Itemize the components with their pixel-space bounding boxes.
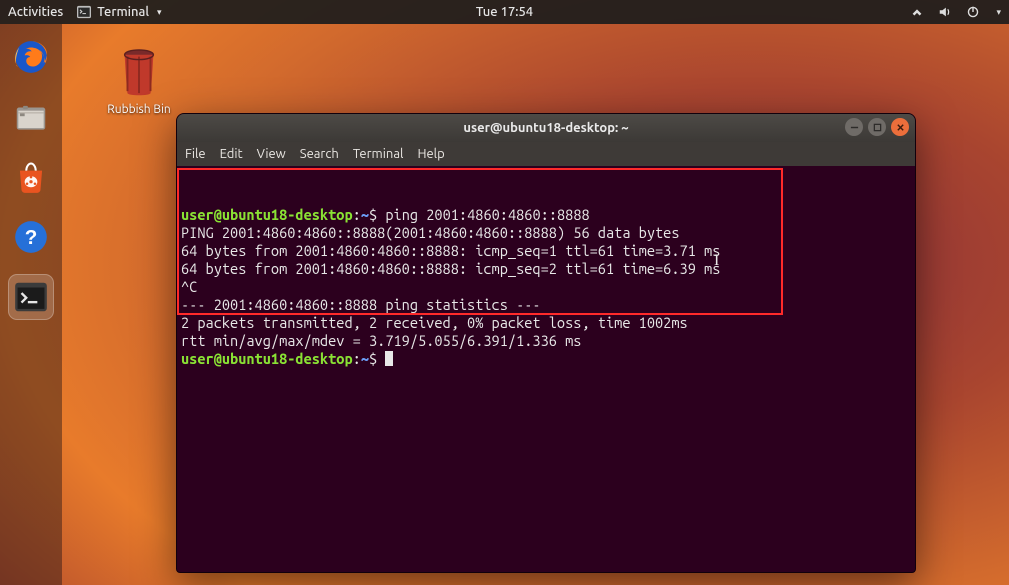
close-button[interactable] [891,118,909,136]
desktop-icon-label: Rubbish Bin [94,103,184,116]
volume-icon[interactable] [938,5,952,19]
prompt-user: user@ubuntu18-desktop [181,350,353,367]
terminal-window: user@ubuntu18-desktop: ~ File Edit View … [176,113,916,573]
chevron-down-icon: ▾ [996,7,1001,18]
status-area[interactable]: ▾ [910,5,1001,19]
dock-item-files[interactable] [8,94,54,140]
power-icon[interactable] [966,5,980,19]
menu-edit[interactable]: Edit [220,147,243,161]
minimize-button[interactable] [845,118,863,136]
app-menu-label: Terminal [97,5,149,19]
desktop-icon-trash[interactable]: Rubbish Bin [94,45,184,116]
trash-icon [116,45,162,99]
top-panel: Activities Terminal ▾ Tue 17:54 ▾ [0,0,1009,24]
firefox-icon [12,38,50,76]
command-text: ping 2001:4860:4860::8888 [385,206,589,223]
network-icon[interactable] [910,5,924,19]
menu-help[interactable]: Help [417,147,444,161]
files-icon [12,98,50,136]
menubar: File Edit View Search Terminal Help [177,142,915,166]
terminal-line: PING 2001:4860:4860::8888(2001:4860:4860… [181,224,680,241]
menu-terminal[interactable]: Terminal [353,147,404,161]
terminal-line: 64 bytes from 2001:4860:4860::8888: icmp… [181,242,720,259]
dock-item-terminal[interactable] [8,274,54,320]
prompt-symbol: $ [369,350,377,367]
prompt-symbol: $ [369,206,377,223]
terminal-line: rtt min/avg/max/mdev = 3.719/5.055/6.391… [181,332,581,349]
dock: ? [0,24,62,585]
text-cursor-ibeam: I [714,252,719,270]
terminal-icon [12,278,50,316]
terminal-line: --- 2001:4860:4860::8888 ping statistics… [181,296,541,313]
menu-search[interactable]: Search [300,147,339,161]
maximize-button[interactable] [868,118,886,136]
terminal-line: ^C [181,278,197,295]
menu-view[interactable]: View [257,147,286,161]
terminal-line: 64 bytes from 2001:4860:4860::8888: icmp… [181,260,720,277]
app-menu[interactable]: Terminal ▾ [77,5,161,19]
menu-file[interactable]: File [185,147,206,161]
shopping-bag-icon [12,158,50,196]
chevron-down-icon: ▾ [157,7,162,18]
prompt-user: user@ubuntu18-desktop [181,206,353,223]
window-title: user@ubuntu18-desktop: ~ [177,121,915,135]
titlebar[interactable]: user@ubuntu18-desktop: ~ [177,114,915,142]
activities-button[interactable]: Activities [8,5,63,19]
terminal-icon [77,5,91,19]
cursor [385,351,393,366]
terminal-line: user@ubuntu18-desktop:~$ [181,350,393,367]
terminal-line: user@ubuntu18-desktop:~$ ping 2001:4860:… [181,206,590,223]
dock-item-help[interactable]: ? [8,214,54,260]
dock-item-firefox[interactable] [8,34,54,80]
prompt-path: ~ [361,206,369,223]
prompt-path: ~ [361,350,369,367]
dock-item-software[interactable] [8,154,54,200]
help-icon: ? [12,218,50,256]
terminal-body[interactable]: user@ubuntu18-desktop:~$ ping 2001:4860:… [177,166,915,408]
svg-text:?: ? [25,226,38,249]
terminal-line: 2 packets transmitted, 2 received, 0% pa… [181,314,688,331]
